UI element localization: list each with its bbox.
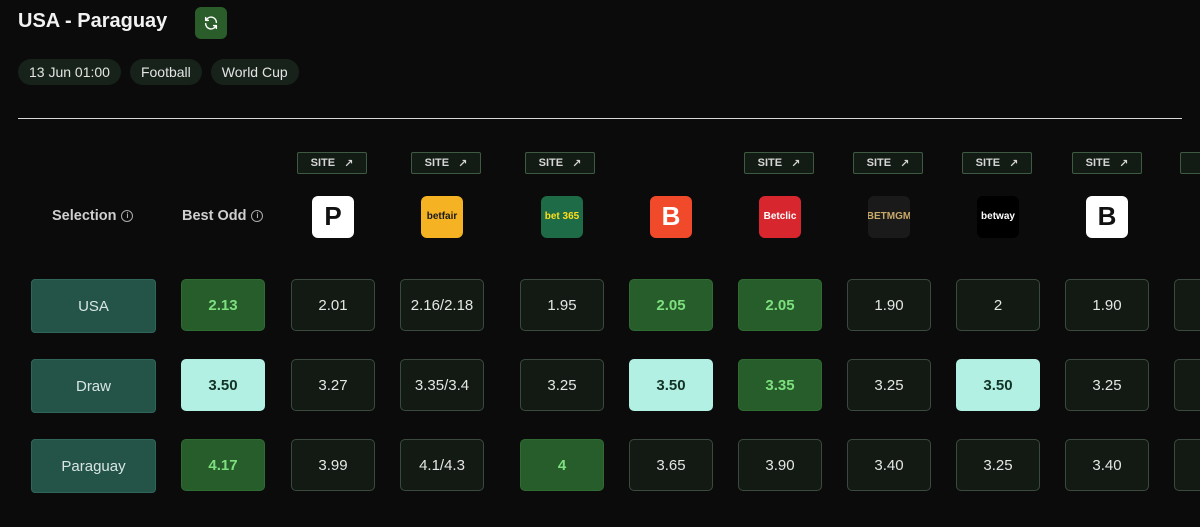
- odd-cell[interactable]: 3.25: [1065, 359, 1149, 411]
- odd-cell[interactable]: 3.25: [847, 359, 931, 411]
- divider: [18, 118, 1182, 119]
- best-odd-cell[interactable]: 2.13: [181, 279, 265, 331]
- odd-cell-partial[interactable]: [1174, 439, 1200, 491]
- page-title: USA - Paraguay: [18, 10, 168, 32]
- odd-cell-partial[interactable]: [1174, 279, 1200, 331]
- odd-cell-partial[interactable]: [1174, 359, 1200, 411]
- odd-cell[interactable]: 3.27: [291, 359, 375, 411]
- site-link-button-partial[interactable]: [1180, 152, 1200, 174]
- external-link-icon: ↗: [344, 157, 354, 170]
- refresh-icon: [204, 16, 218, 30]
- site-label: SITE: [424, 157, 450, 169]
- odd-cell[interactable]: 3.65: [629, 439, 713, 491]
- odd-cell[interactable]: 3.25: [520, 359, 604, 411]
- odd-cell[interactable]: 2.16/2.18: [400, 279, 484, 331]
- match-info-chips: 13 Jun 01:00 Football World Cup: [18, 59, 299, 85]
- bookmaker-logo[interactable]: B: [650, 196, 692, 238]
- bookmaker-logo[interactable]: B: [1086, 196, 1128, 238]
- odd-cell[interactable]: 2.05: [629, 279, 713, 331]
- odd-cell[interactable]: 4.1/4.3: [400, 439, 484, 491]
- bookmaker-logo[interactable]: bet 365: [541, 196, 583, 238]
- odd-cell[interactable]: 3.40: [847, 439, 931, 491]
- site-label: SITE: [310, 157, 336, 169]
- selection-header: Selection i: [52, 208, 134, 224]
- bookmaker-logo[interactable]: betfair: [421, 196, 463, 238]
- odd-cell[interactable]: 2.05: [738, 279, 822, 331]
- odd-cell[interactable]: 3.35: [738, 359, 822, 411]
- external-link-icon: ↗: [791, 157, 801, 170]
- refresh-button[interactable]: [195, 7, 227, 39]
- best-odd-cell[interactable]: 3.50: [181, 359, 265, 411]
- external-link-icon: ↗: [900, 157, 910, 170]
- site-link-button[interactable]: SITE ↗: [853, 152, 923, 174]
- odd-cell[interactable]: 4: [520, 439, 604, 491]
- external-link-icon: ↗: [1009, 157, 1019, 170]
- odd-cell[interactable]: 3.50: [629, 359, 713, 411]
- date-chip: 13 Jun 01:00: [18, 59, 121, 85]
- site-link-button[interactable]: SITE ↗: [744, 152, 814, 174]
- selection-label: USA: [31, 279, 156, 333]
- odd-cell[interactable]: 3.99: [291, 439, 375, 491]
- odd-cell[interactable]: 1.90: [1065, 279, 1149, 331]
- odd-cell[interactable]: 3.35/3.4: [400, 359, 484, 411]
- odd-cell[interactable]: 3.90: [738, 439, 822, 491]
- odd-cell[interactable]: 3.25: [956, 439, 1040, 491]
- site-link-button[interactable]: SITE ↗: [962, 152, 1032, 174]
- best-odd-header: Best Odd i: [182, 208, 264, 224]
- site-link-button[interactable]: SITE ↗: [1072, 152, 1142, 174]
- sport-chip[interactable]: Football: [129, 59, 202, 85]
- bookmaker-logo[interactable]: P: [312, 196, 354, 238]
- external-link-icon: ↗: [572, 157, 582, 170]
- odd-cell[interactable]: 1.90: [847, 279, 931, 331]
- site-link-button[interactable]: SITE ↗: [525, 152, 595, 174]
- odd-cell[interactable]: 3.40: [1065, 439, 1149, 491]
- selection-label: Paraguay: [31, 439, 156, 493]
- odd-cell[interactable]: 3.50: [956, 359, 1040, 411]
- site-label: SITE: [1085, 157, 1111, 169]
- info-icon[interactable]: i: [121, 210, 134, 222]
- info-icon[interactable]: i: [251, 210, 264, 222]
- site-label: SITE: [538, 157, 564, 169]
- site-label: SITE: [757, 157, 783, 169]
- external-link-icon: ↗: [458, 157, 468, 170]
- odd-cell[interactable]: 2: [956, 279, 1040, 331]
- selection-label: Draw: [31, 359, 156, 413]
- bookmaker-logo[interactable]: betway: [977, 196, 1019, 238]
- site-label: SITE: [866, 157, 892, 169]
- bookmaker-logo[interactable]: Betclic: [759, 196, 801, 238]
- odd-cell[interactable]: 2.01: [291, 279, 375, 331]
- site-link-button[interactable]: SITE ↗: [297, 152, 367, 174]
- selection-header-label: Selection: [52, 208, 117, 224]
- site-label: SITE: [975, 157, 1001, 169]
- external-link-icon: ↗: [1119, 157, 1129, 170]
- bookmaker-logo[interactable]: BETMGM: [868, 196, 910, 238]
- best-odd-header-label: Best Odd: [182, 208, 247, 224]
- odd-cell[interactable]: 1.95: [520, 279, 604, 331]
- best-odd-cell[interactable]: 4.17: [181, 439, 265, 491]
- site-link-button[interactable]: SITE ↗: [411, 152, 481, 174]
- competition-chip[interactable]: World Cup: [210, 59, 299, 85]
